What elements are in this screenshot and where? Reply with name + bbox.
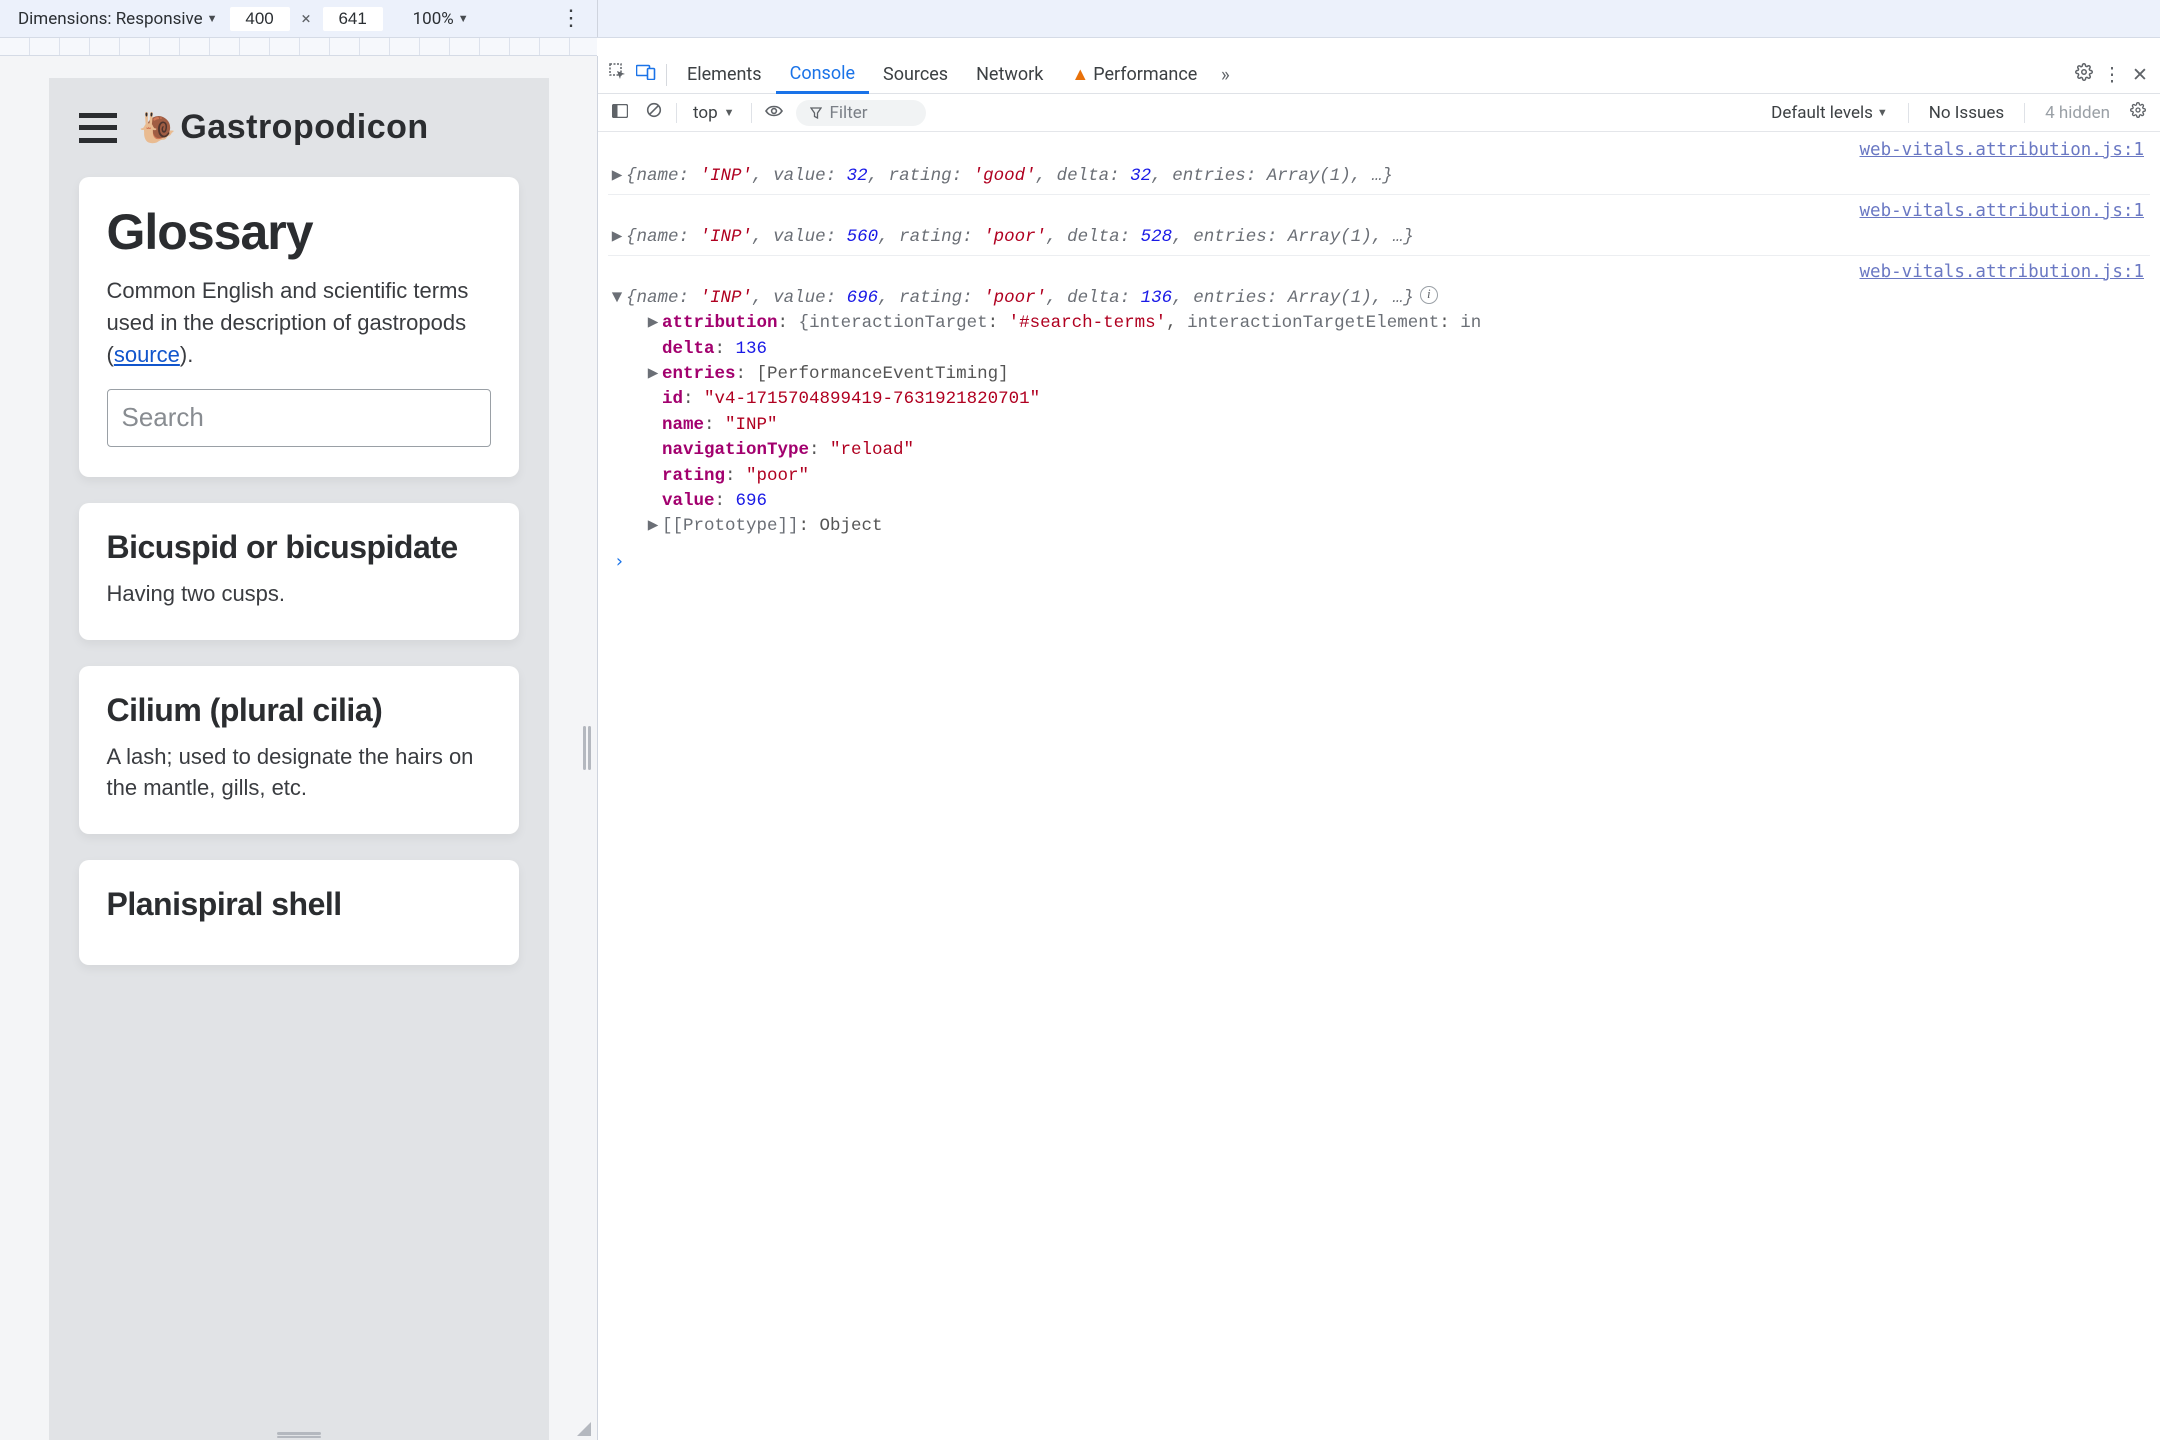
term-def: A lash; used to designate the hairs on t… bbox=[107, 741, 491, 805]
log-prop-navtype: navigationType: "reload" bbox=[608, 438, 2150, 463]
source-link[interactable]: web-vitals.attribution.js:1 bbox=[1860, 201, 2144, 221]
glossary-card: Glossary Common English and scientific t… bbox=[79, 177, 519, 477]
devtools-menu-icon[interactable]: ⋮ bbox=[2098, 63, 2126, 86]
device-frame: 🐌Gastropodicon Glossary Common English a… bbox=[49, 78, 549, 1440]
log-entry[interactable]: ▼ {name: 'INP', value: 696, rating: 'poo… bbox=[608, 286, 2150, 311]
settings-gear-icon[interactable] bbox=[2070, 63, 2098, 86]
log-summary: {name: 'INP', value: 696, rating: 'poor'… bbox=[626, 286, 1414, 311]
hidden-count: 4 hidden bbox=[2045, 103, 2110, 123]
source-link[interactable]: web-vitals.attribution.js:1 bbox=[1860, 140, 2144, 160]
zoom-dropdown[interactable]: 100% ▼ bbox=[413, 9, 469, 29]
log-levels-dropdown[interactable]: Default levels ▼ bbox=[1771, 103, 1888, 123]
search-input[interactable] bbox=[107, 389, 491, 447]
chevron-down-icon: ▼ bbox=[1877, 106, 1888, 119]
filter-icon bbox=[810, 107, 822, 119]
log-prop-id: id: "v4-1715704899419-7631921820701" bbox=[608, 387, 2150, 412]
warning-icon: ▲ bbox=[1071, 64, 1089, 85]
log-prop-value: value: 696 bbox=[608, 489, 2150, 514]
issues-button[interactable]: No Issues bbox=[1929, 103, 2004, 123]
resize-handle-corner[interactable] bbox=[577, 1422, 591, 1436]
chevron-down-icon: ▼ bbox=[724, 106, 735, 119]
tab-performance[interactable]: ▲Performance bbox=[1057, 56, 1211, 93]
menu-icon[interactable] bbox=[79, 113, 117, 143]
device-toggle-icon[interactable] bbox=[632, 64, 660, 85]
pane-divider[interactable] bbox=[597, 0, 598, 37]
live-expression-icon[interactable] bbox=[762, 103, 786, 123]
device-toolbar: Dimensions: Responsive ▼ × 100% ▼ ⋮ bbox=[0, 0, 2160, 38]
log-prop-name: name: "INP" bbox=[608, 413, 2150, 438]
console-output: web-vitals.attribution.js:1 ▶ {name: 'IN… bbox=[598, 132, 2160, 1440]
disclosure-triangle-icon[interactable]: ▼ bbox=[608, 286, 626, 311]
chevron-down-icon: ▼ bbox=[207, 12, 218, 25]
close-icon[interactable]: ✕ bbox=[2126, 63, 2154, 86]
glossary-desc: Common English and scientific terms used… bbox=[107, 275, 491, 371]
log-entry[interactable]: ▶ {name: 'INP', value: 32, rating: 'good… bbox=[608, 164, 2150, 189]
term-def: Having two cusps. bbox=[107, 578, 491, 610]
snail-icon: 🐌 bbox=[139, 112, 177, 145]
inspect-icon[interactable] bbox=[604, 63, 632, 86]
info-icon[interactable]: i bbox=[1420, 286, 1438, 304]
levels-label: Default levels bbox=[1771, 103, 1873, 123]
console-toolbar: top ▼ Filter Default levels ▼ No Issues … bbox=[598, 94, 2160, 132]
times-label: × bbox=[302, 9, 311, 29]
ruler bbox=[0, 38, 597, 56]
clear-console-icon[interactable] bbox=[642, 102, 666, 123]
context-value: top bbox=[693, 103, 718, 123]
tab-elements[interactable]: Elements bbox=[673, 56, 776, 93]
filter-input[interactable]: Filter bbox=[796, 100, 926, 126]
tab-console[interactable]: Console bbox=[776, 56, 869, 94]
console-settings-gear-icon[interactable] bbox=[2126, 102, 2150, 123]
log-prop-prototype[interactable]: ▶ [[Prototype]]: Object bbox=[608, 514, 2150, 539]
glossary-heading: Glossary bbox=[107, 203, 491, 261]
device-toolbar-menu-icon[interactable]: ⋮ bbox=[560, 6, 582, 31]
more-tabs-icon[interactable]: » bbox=[1211, 63, 1239, 86]
log-prop-rating: rating: "poor" bbox=[608, 464, 2150, 489]
console-prompt[interactable]: › bbox=[608, 540, 2150, 575]
log-prop-attribution[interactable]: ▶ attribution: {interactionTarget: '#sea… bbox=[608, 311, 2150, 336]
log-summary: {name: 'INP', value: 32, rating: 'good',… bbox=[626, 164, 1393, 189]
zoom-value: 100% bbox=[413, 9, 454, 29]
term-card: Bicuspid or bicuspidate Having two cusps… bbox=[79, 503, 519, 640]
term-title: Bicuspid or bicuspidate bbox=[107, 529, 491, 566]
rendered-viewport-pane: 🐌Gastropodicon Glossary Common English a… bbox=[0, 56, 597, 1440]
chevron-down-icon: ▼ bbox=[458, 12, 469, 25]
width-input[interactable] bbox=[230, 7, 290, 31]
source-link[interactable]: web-vitals.attribution.js:1 bbox=[1860, 262, 2144, 282]
context-selector[interactable]: top ▼ bbox=[687, 103, 741, 123]
disclosure-triangle-icon[interactable]: ▶ bbox=[608, 164, 626, 189]
height-input[interactable] bbox=[323, 7, 383, 31]
log-entry[interactable]: ▶ {name: 'INP', value: 560, rating: 'poo… bbox=[608, 225, 2150, 250]
resize-handle-right[interactable] bbox=[583, 726, 591, 770]
disclosure-triangle-icon[interactable]: ▶ bbox=[608, 225, 626, 250]
dimensions-dropdown[interactable]: Dimensions: Responsive ▼ bbox=[18, 9, 218, 29]
term-card: Planispiral shell bbox=[79, 860, 519, 965]
disclosure-triangle-icon[interactable]: ▶ bbox=[644, 514, 662, 539]
term-card: Cilium (plural cilia) A lash; used to de… bbox=[79, 666, 519, 835]
disclosure-triangle-icon[interactable]: ▶ bbox=[644, 362, 662, 387]
filter-placeholder: Filter bbox=[830, 103, 868, 123]
resize-handle-bottom[interactable] bbox=[277, 1432, 321, 1438]
term-title: Cilium (plural cilia) bbox=[107, 692, 491, 729]
log-prop-entries[interactable]: ▶ entries: [PerformanceEventTiming] bbox=[608, 362, 2150, 387]
tab-network[interactable]: Network bbox=[962, 56, 1057, 93]
dimensions-label: Dimensions: Responsive bbox=[18, 9, 203, 29]
log-prop-delta: delta: 136 bbox=[608, 337, 2150, 362]
devtools-tabs: Elements Console Sources Network ▲Perfor… bbox=[598, 56, 2160, 94]
separator bbox=[666, 64, 667, 86]
source-link[interactable]: source bbox=[114, 342, 180, 367]
app-title: 🐌Gastropodicon bbox=[139, 108, 429, 147]
log-summary: {name: 'INP', value: 560, rating: 'poor'… bbox=[626, 225, 1414, 250]
sidebar-toggle-icon[interactable] bbox=[608, 103, 632, 123]
disclosure-triangle-icon[interactable]: ▶ bbox=[644, 311, 662, 336]
term-title: Planispiral shell bbox=[107, 886, 491, 923]
tab-sources[interactable]: Sources bbox=[869, 56, 962, 93]
devtools-pane: Elements Console Sources Network ▲Perfor… bbox=[597, 56, 2160, 1440]
